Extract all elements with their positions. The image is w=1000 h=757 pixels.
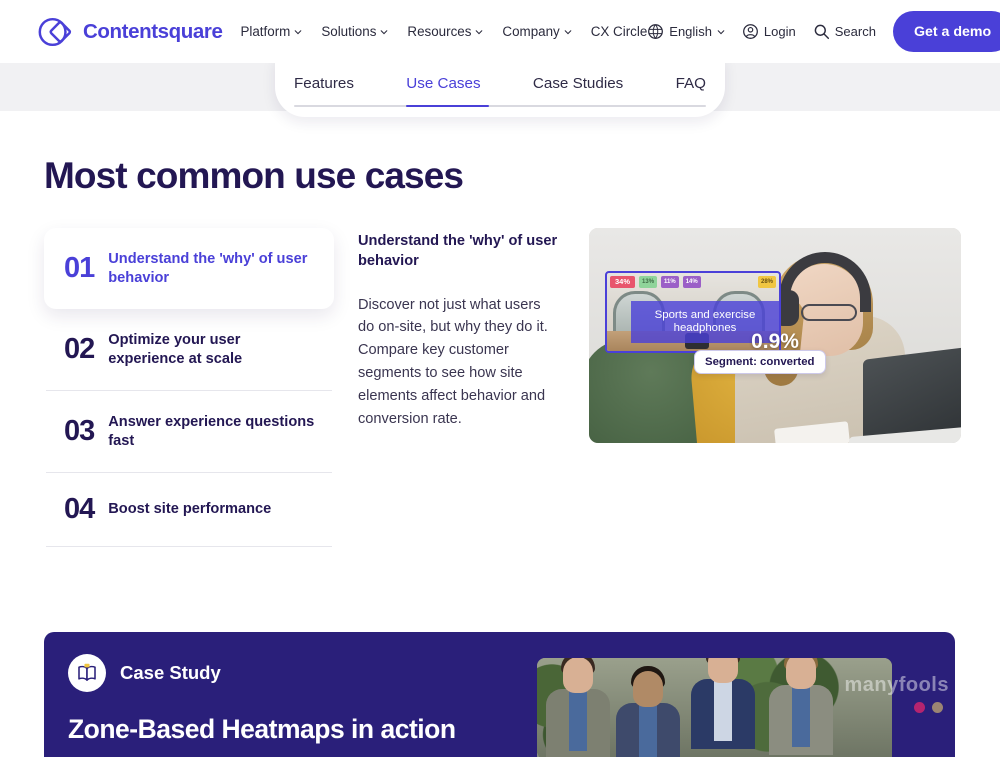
use-case-label: Optimize your user experience at scale [108,332,243,367]
nav-item-company[interactable]: Company [502,24,572,39]
case-study-title: Zone-Based Heatmaps in action [68,714,456,744]
section-tabs: Features Use Cases Case Studies FAQ [275,57,725,117]
chevron-down-icon [294,28,302,36]
case-study-content: Case Study Zone-Based Heatmaps in action… [68,654,538,757]
detail-body: Discover not just what users do on-site,… [358,296,548,427]
tab-faq[interactable]: FAQ [676,75,706,105]
detail-title: Understand the 'why' of user behavior [358,233,558,269]
use-cases-section: 01 Understand the 'why' of user behavior… [44,228,961,548]
photo-person [545,658,611,757]
page-title: Most common use cases [44,155,464,196]
use-case-illustration: 34% 13% 11% 14% 28% Sports and exercise … [589,228,961,443]
get-a-demo-button[interactable]: Get a demo [892,11,1000,52]
use-case-number: 02 [64,333,95,366]
search-label: Search [834,24,876,39]
case-study-tag: Case Study [68,654,538,692]
nav-item-platform[interactable]: Platform [240,24,302,39]
subnav-band: Features Use Cases Case Studies FAQ [0,57,1000,117]
tab-track [294,105,706,107]
nav-item-resources[interactable]: Resources [407,24,483,39]
login-link[interactable]: Login [742,23,796,40]
use-case-number: 03 [64,415,95,448]
use-case-item-01[interactable]: 01 Understand the 'why' of user behavior [44,228,334,310]
use-case-label: Understand the 'why' of user behavior [108,251,308,286]
heatmap-chip-row: 34% 13% 11% 14% 28% [607,275,779,288]
chevron-down-icon [564,28,572,36]
contentsquare-logo-icon [36,13,74,51]
login-label: Login [763,24,796,39]
case-study-card[interactable]: Case Study Zone-Based Heatmaps in action… [44,632,955,757]
nav-item-cx-circle[interactable]: CX Circle [591,24,648,39]
heatmap-chip: 28% [757,275,776,288]
heatmap-chip: 11% [661,275,679,288]
divider [46,546,332,548]
globe-icon [647,23,664,40]
use-case-item-02[interactable]: 02 Optimize your user experience at scal… [44,309,334,390]
photo-person [615,666,681,757]
primary-nav: Platform Solutions Resources Company CX … [240,24,647,39]
photo-person [765,658,837,757]
language-label: English [669,24,712,39]
user-circle-icon [742,23,759,40]
language-selector[interactable]: English [647,23,725,40]
carousel-dot-active[interactable] [914,702,925,713]
nav-item-label: Company [502,24,560,39]
case-study-photo [537,658,892,757]
nav-item-label: Solutions [321,24,377,39]
search-icon [813,23,830,40]
open-book-icon [68,654,106,692]
nav-item-label: Resources [407,24,472,39]
chevron-down-icon [717,28,725,36]
use-case-label: Boost site performance [108,501,272,518]
heatmap-chip: 13% [639,275,658,288]
brand-logo-link[interactable]: Contentsquare [36,13,223,51]
carousel-dots [914,702,943,713]
use-case-item-03[interactable]: 03 Answer experience questions fast [44,391,334,472]
heatmap-chip: 34% [610,275,636,288]
use-case-accordion: 01 Understand the 'why' of user behavior… [44,228,334,548]
brand-name: Contentsquare [83,19,223,43]
use-case-label: Answer experience questions fast [108,414,315,449]
search-button[interactable]: Search [813,23,876,40]
use-case-detail: Understand the 'why' of user behavior Di… [358,228,558,430]
nav-item-solutions[interactable]: Solutions [321,24,388,39]
nav-item-label: Platform [240,24,291,39]
use-case-number: 01 [64,252,95,285]
carousel-dot[interactable] [932,702,943,713]
tab-case-studies[interactable]: Case Studies [533,75,623,105]
segment-badge: Segment: converted [694,350,826,374]
case-study-tag-label: Case Study [120,662,221,683]
tab-use-cases[interactable]: Use Cases [406,75,480,105]
site-header: Contentsquare Platform Solutions Resourc… [0,0,1000,63]
use-case-item-04[interactable]: 04 Boost site performance [44,473,334,546]
photo-watermark: manyfools [844,674,949,696]
use-case-number: 04 [64,493,95,526]
chevron-down-icon [475,28,483,36]
chevron-down-icon [380,28,388,36]
tab-features[interactable]: Features [294,75,354,105]
photo-person [685,658,761,757]
header-utilities: English Login Search Get a demo [647,11,1000,52]
heatmap-chip: 14% [682,275,701,288]
nav-item-label: CX Circle [590,24,648,39]
